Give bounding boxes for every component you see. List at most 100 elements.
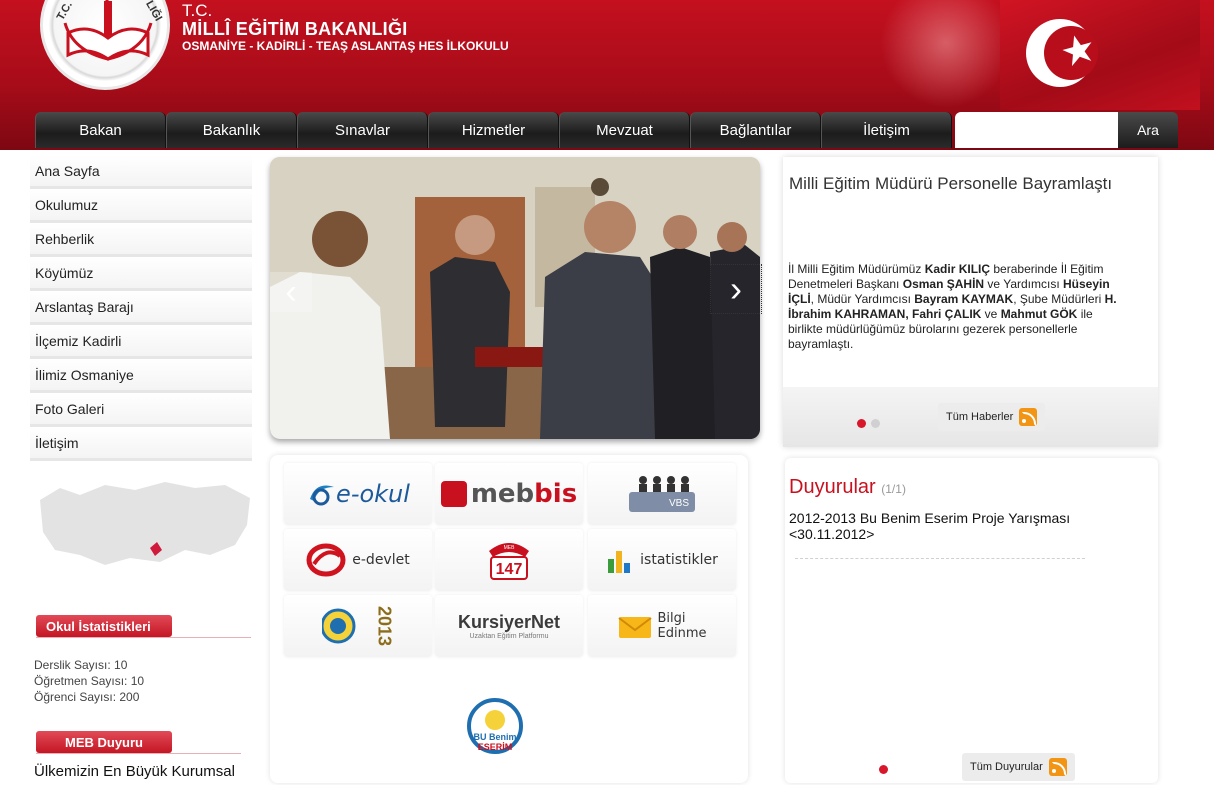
sidebar-item-rehberlik[interactable]: Rehberlik: [30, 223, 252, 257]
announcement-item[interactable]: 2012-2013 Bu Benim Eserim Proje Yarışmas…: [789, 510, 1109, 542]
news-body-text: ve Yardımcısı: [984, 277, 1064, 291]
school-stats: Derslik Sayısı: 10 Öğretmen Sayısı: 10 Ö…: [34, 657, 144, 705]
quick-links-panel: e-okul meb bis VBS e-devlet MEB 147 ista…: [270, 455, 748, 783]
book-torch-icon: [63, 0, 153, 61]
sidebar-item-ilcemiz-kadirli[interactable]: İlçemiz Kadirli: [30, 325, 252, 359]
mebbis-label-meb: meb: [470, 479, 535, 509]
nav-baglantilar[interactable]: Bağlantılar: [690, 112, 821, 148]
e-devlet-label: e-devlet: [352, 552, 410, 568]
rss-icon: [1048, 758, 1067, 776]
crescent-star-icon: [1026, 19, 1098, 87]
news-body-text: İl Milli Eğitim Müdürümüz: [788, 262, 925, 276]
vbs-people-icon: VBS: [629, 476, 695, 512]
link-bu-benim-eserim-2013[interactable]: 2013: [284, 595, 432, 657]
all-announcements-button[interactable]: Tüm Duyurular: [962, 753, 1075, 781]
stat-ogretmen: Öğretmen Sayısı: 10: [34, 674, 145, 688]
sidebar-item-okulumuz[interactable]: Okulumuz: [30, 189, 252, 223]
search-input[interactable]: [955, 112, 1118, 148]
phone-147-icon: MEB 147: [489, 543, 529, 580]
announcements-heading: Duyurular: [789, 476, 876, 498]
all-news-button[interactable]: Tüm Haberler: [938, 403, 1046, 431]
meb-logo[interactable]: T.C. LIĞI: [40, 0, 170, 90]
bu-benim-eserim-banner[interactable]: BU Benim ESERİM: [430, 691, 560, 761]
chevron-left-icon: ‹: [285, 272, 297, 311]
sidebar-item-ana-sayfa[interactable]: Ana Sayfa: [30, 155, 252, 189]
news-body: İl Milli Eğitim Müdürümüz Kadir KILIÇ be…: [788, 262, 1118, 352]
sidebar-item-arslantas-baraji[interactable]: Arslantaş Barajı: [30, 291, 252, 325]
bilgi-label: Bilgi: [657, 611, 686, 626]
stats-title-underline: [36, 637, 251, 638]
header-school-name: OSMANİYE - KADİRLİ - TEAŞ ASLANTAŞ HES İ…: [182, 39, 509, 53]
meb-147-label: 147: [496, 561, 523, 578]
nav-hizmetler[interactable]: Hizmetler: [428, 112, 559, 148]
sidebar-menu: Ana Sayfa Okulumuz Rehberlik Köyümüz Ars…: [30, 155, 252, 461]
kursiyernet-sub-label: Uzaktan Eğitim Platformu: [469, 633, 549, 640]
slider-photo: [270, 157, 760, 439]
news-body-text: ve: [981, 307, 1001, 321]
bilgi-edinme-label: Bilgi Edinme: [658, 611, 707, 641]
envelope-icon: [617, 617, 652, 638]
all-announcements-label: Tüm Duyurular: [970, 761, 1043, 773]
turkish-flag-image: [1000, 0, 1200, 110]
sidebar-item-ilimiz-osmaniye[interactable]: İlimiz Osmaniye: [30, 359, 252, 393]
ataturk-portrait: [880, 0, 1000, 108]
link-meb-147[interactable]: MEB 147: [435, 529, 583, 591]
news-body-bold-text: Bayram KAYMAK: [914, 292, 1014, 306]
meb-duyuru-item[interactable]: Ülkemizin En Büyük Kurumsal: [34, 763, 235, 780]
stat-ogrenci: Öğrenci Sayısı: 200: [34, 690, 140, 704]
turkey-map[interactable]: [35, 470, 255, 580]
search-button[interactable]: Ara: [1118, 112, 1178, 148]
year-2013-label: 2013: [374, 605, 395, 647]
announcements-box: Duyurular (1/1) 2012-2013 Bu Benim Eseri…: [785, 458, 1158, 783]
nav-iletisim[interactable]: İletişim: [821, 112, 952, 148]
nav-bakan[interactable]: Bakan: [35, 112, 166, 148]
edinme-label: Edinme: [657, 626, 707, 641]
sidebar-item-foto-galeri[interactable]: Foto Galeri: [30, 393, 252, 427]
news-title[interactable]: Milli Eğitim Müdürü Personelle Bayramlaş…: [789, 175, 1119, 192]
e-devlet-icon: [306, 543, 346, 577]
link-mebbis[interactable]: meb bis: [435, 463, 583, 525]
vbs-label: VBS: [669, 498, 689, 509]
bu-benim-label: BU Benim: [473, 732, 516, 742]
e-okul-label: e-okul: [336, 480, 410, 508]
announcement-separator: [795, 558, 1085, 559]
slide-indicator[interactable]: [871, 419, 880, 428]
link-e-devlet[interactable]: e-devlet: [284, 529, 432, 591]
sidebar-item-koyumuz[interactable]: Köyümüz: [30, 257, 252, 291]
news-footer: Tüm Haberler: [783, 387, 1158, 447]
announcements-count: (1/1): [881, 482, 906, 496]
meb-147-small-label: MEB: [504, 545, 516, 551]
mebbis-label-bis: bis: [534, 479, 578, 509]
nav-mevzuat[interactable]: Mevzuat: [559, 112, 690, 148]
slider-next-button[interactable]: ›: [710, 264, 762, 314]
stat-derslik: Derslik Sayısı: 10: [34, 658, 128, 672]
all-news-label: Tüm Haberler: [946, 411, 1014, 423]
link-istatistikler[interactable]: istatistikler: [588, 529, 736, 591]
news-box: Milli Eğitim Müdürü Personelle Bayramlaş…: [783, 157, 1158, 447]
link-vbs[interactable]: VBS: [588, 463, 736, 525]
link-bilgi-edinme[interactable]: Bilgi Edinme: [588, 595, 736, 657]
bar-chart-icon: [608, 551, 631, 573]
istatistikler-label: istatistikler: [640, 552, 718, 568]
mebbis-cube-icon: [440, 481, 467, 507]
rss-icon: [1019, 408, 1038, 426]
nav-sinavlar[interactable]: Sınavlar: [297, 112, 428, 148]
announcement-indicator-active[interactable]: [879, 765, 888, 774]
slider-prev-button[interactable]: ‹: [270, 272, 312, 312]
meb-duyuru-underline: [36, 753, 241, 754]
slide-indicator-active[interactable]: [857, 419, 866, 428]
nav-bakanlik[interactable]: Bakanlık: [166, 112, 297, 148]
eserim-label: ESERİM: [478, 742, 513, 752]
news-body-text: , Şube Müdürleri: [1013, 292, 1105, 306]
sidebar-item-iletisim[interactable]: İletişim: [30, 427, 252, 461]
meb-duyuru-title: MEB Duyuru: [36, 731, 172, 753]
link-kursiyernet[interactable]: KursiyerNet Uzaktan Eğitim Platformu: [435, 595, 583, 657]
bu-benim-eserim-logo-icon: [321, 608, 355, 644]
news-photo-slider[interactable]: [270, 157, 760, 439]
announcements-title: Duyurular (1/1): [789, 476, 906, 499]
chevron-right-icon: ›: [730, 268, 742, 309]
kursiyernet-label: KursiyerNet: [457, 612, 561, 632]
link-e-okul[interactable]: e-okul: [284, 463, 432, 525]
main-nav: Bakan Bakanlık Sınavlar Hizmetler Mevzua…: [35, 112, 952, 148]
news-body-text: , Müdür Yardımcısı: [810, 292, 915, 306]
